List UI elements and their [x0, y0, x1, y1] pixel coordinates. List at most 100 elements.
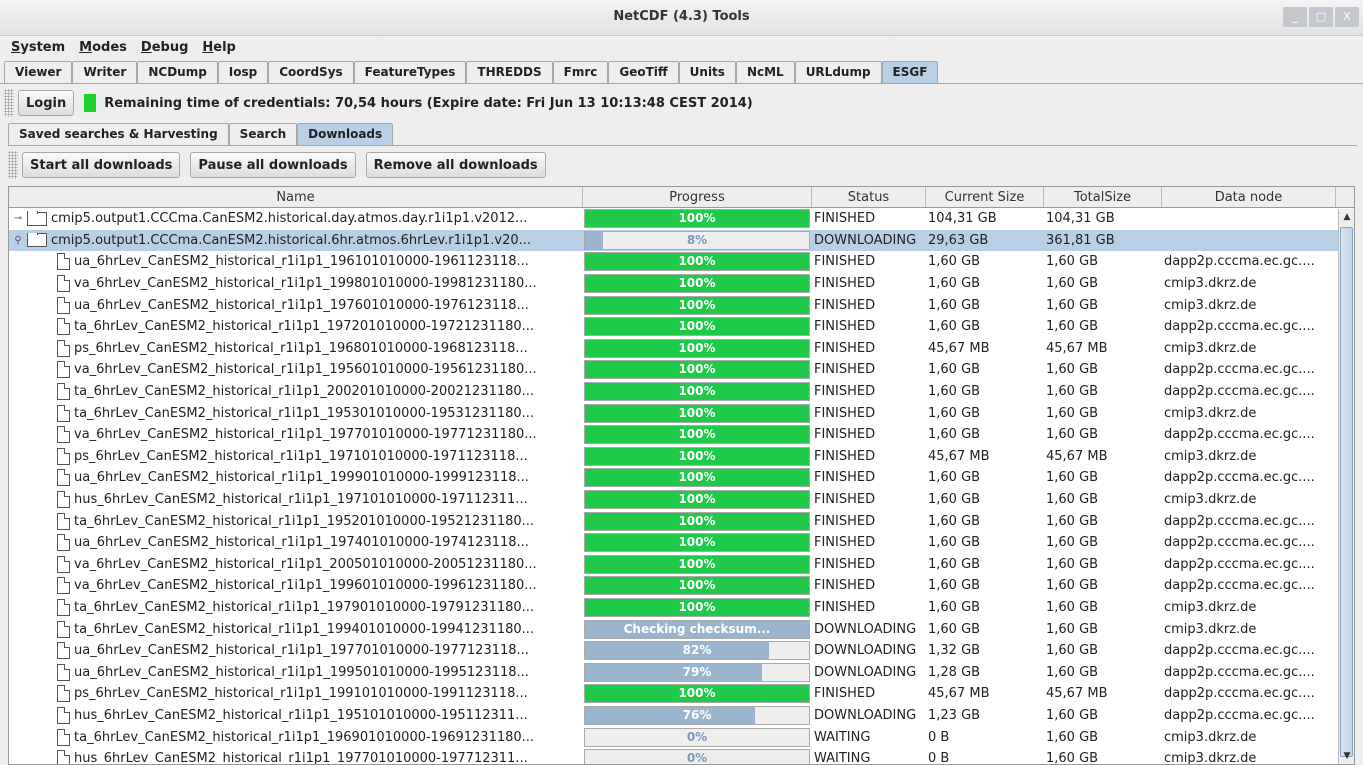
progress-bar: 100%	[584, 446, 810, 466]
column-header-status[interactable]: Status	[812, 187, 926, 207]
progress-cell: 100%	[583, 274, 812, 294]
current-size-cell: 1,60 GB	[928, 319, 981, 335]
tab-fmrc[interactable]: Fmrc	[552, 61, 609, 83]
tab-ncml[interactable]: NcML	[735, 61, 795, 83]
start-all-downloads-button[interactable]: Start all downloads	[22, 152, 181, 178]
progress-bar: 100%	[584, 382, 810, 402]
column-header-current-size[interactable]: Current Size	[926, 187, 1044, 207]
file-icon	[57, 383, 70, 401]
tab-featuretypes[interactable]: FeatureTypes	[353, 61, 467, 83]
toolbar-grip[interactable]	[4, 89, 14, 117]
menu-system[interactable]: System	[4, 36, 72, 60]
tab-search[interactable]: Search	[228, 123, 298, 145]
table-row[interactable]: ps_6hrLev_CanESM2_historical_r1i1p1_1971…	[9, 446, 1354, 468]
tab-coordsys[interactable]: CoordSys	[268, 61, 354, 83]
close-button[interactable]: X	[1335, 7, 1359, 27]
tab-iosp[interactable]: Iosp	[217, 61, 269, 83]
pause-all-downloads-button[interactable]: Pause all downloads	[190, 152, 356, 178]
column-header-name[interactable]: Name	[9, 187, 583, 207]
data-node-cell: dapp2p.cccma.ec.gc....	[1164, 362, 1315, 378]
toolbar-grip[interactable]	[8, 151, 18, 179]
status-cell: DOWNLOADING	[814, 664, 917, 680]
tree-toggle-icon[interactable]: ⚲	[11, 235, 25, 246]
status-cell: DOWNLOADING	[814, 621, 917, 637]
progress-bar: 79%	[584, 662, 810, 682]
table-row[interactable]: ta_6hrLev_CanESM2_historical_r1i1p1_1953…	[9, 402, 1354, 424]
data-node-cell: dapp2p.cccma.ec.gc....	[1164, 427, 1315, 443]
current-size-cell: 1,28 GB	[928, 664, 981, 680]
data-node-cell: dapp2p.cccma.ec.gc....	[1164, 686, 1315, 702]
table-row[interactable]: ua_6hrLev_CanESM2_historical_r1i1p1_1999…	[9, 467, 1354, 489]
total-size-cell: 1,60 GB	[1046, 664, 1099, 680]
table-row[interactable]: ⊸ cmip5.output1.CCCma.CanESM2.historical.…	[9, 208, 1354, 230]
table-row[interactable]: va_6hrLev_CanESM2_historical_r1i1p1_1977…	[9, 424, 1354, 446]
table-row[interactable]: va_6hrLev_CanESM2_historical_r1i1p1_2005…	[9, 554, 1354, 576]
window-title: NetCDF (4.3) Tools	[613, 9, 750, 24]
table-row[interactable]: ua_6hrLev_CanESM2_historical_r1i1p1_1976…	[9, 294, 1354, 316]
remove-all-downloads-button[interactable]: Remove all downloads	[365, 152, 546, 178]
table-row[interactable]: hus_6hrLev_CanESM2_historical_r1i1p1_197…	[9, 489, 1354, 511]
table-row[interactable]: ta_6hrLev_CanESM2_historical_r1i1p1_2002…	[9, 381, 1354, 403]
table-row[interactable]: ua_6hrLev_CanESM2_historical_r1i1p1_1974…	[9, 532, 1354, 554]
vertical-scrollbar[interactable]: ▲ ▼	[1338, 209, 1354, 764]
tab-urldump[interactable]: URLdump	[794, 61, 882, 83]
table-row[interactable]: ua_6hrLev_CanESM2_historical_r1i1p1_1977…	[9, 640, 1354, 662]
status-cell: FINISHED	[814, 556, 876, 572]
column-header-progress[interactable]: Progress	[583, 187, 812, 207]
tree-toggle-icon[interactable]: ⊸	[11, 213, 25, 224]
status-cell: FINISHED	[814, 427, 876, 443]
progress-label: Checking checksum...	[623, 621, 771, 636]
current-size-cell: 1,60 GB	[928, 427, 981, 443]
current-size-cell: 29,63 GB	[928, 232, 989, 248]
minimize-button[interactable]: _	[1283, 7, 1307, 27]
tab-downloads[interactable]: Downloads	[297, 123, 394, 145]
table-row[interactable]: va_6hrLev_CanESM2_historical_r1i1p1_1998…	[9, 273, 1354, 295]
tab-geotiff[interactable]: GeoTiff	[608, 61, 679, 83]
progress-bar: 8%	[584, 230, 810, 250]
table-row[interactable]: va_6hrLev_CanESM2_historical_r1i1p1_1996…	[9, 575, 1354, 597]
maximize-button[interactable]: □	[1309, 7, 1333, 27]
table-row[interactable]: ps_6hrLev_CanESM2_historical_r1i1p1_1991…	[9, 683, 1354, 705]
name-cell: hus_6hrLev_CanESM2_historical_r1i1p1_197…	[9, 750, 583, 764]
status-cell: FINISHED	[814, 599, 876, 615]
current-size-cell: 1,60 GB	[928, 492, 981, 508]
table-row[interactable]: ta_6hrLev_CanESM2_historical_r1i1p1_1972…	[9, 316, 1354, 338]
total-size-cell: 1,60 GB	[1046, 470, 1099, 486]
menu-modes[interactable]: Modes	[72, 36, 134, 60]
scroll-down-icon[interactable]: ▼	[1339, 748, 1354, 764]
tab-esgf[interactable]: ESGF	[881, 61, 939, 83]
table-row[interactable]: ps_6hrLev_CanESM2_historical_r1i1p1_1968…	[9, 338, 1354, 360]
scroll-up-icon[interactable]: ▲	[1339, 209, 1354, 225]
menu-help[interactable]: Help	[195, 36, 242, 60]
table-row[interactable]: ua_6hrLev_CanESM2_historical_r1i1p1_1961…	[9, 251, 1354, 273]
tab-ncdump[interactable]: NCDump	[137, 61, 218, 83]
status-cell: FINISHED	[814, 513, 876, 529]
progress-cell: 100%	[583, 252, 812, 272]
table-row[interactable]: ⚲ cmip5.output1.CCCma.CanESM2.historical.…	[9, 229, 1354, 252]
tab-writer[interactable]: Writer	[72, 61, 138, 83]
table-row[interactable]: ta_6hrLev_CanESM2_historical_r1i1p1_1994…	[9, 618, 1354, 640]
table-row[interactable]: ta_6hrLev_CanESM2_historical_r1i1p1_1952…	[9, 510, 1354, 532]
table-row[interactable]: ua_6hrLev_CanESM2_historical_r1i1p1_1995…	[9, 661, 1354, 683]
row-name: cmip5.output1.CCCma.CanESM2.historical.d…	[51, 211, 528, 227]
menu-debug[interactable]: Debug	[134, 36, 195, 60]
row-name: ta_6hrLev_CanESM2_historical_r1i1p1_1952…	[74, 513, 535, 529]
table-row[interactable]: hus_6hrLev_CanESM2_historical_r1i1p1_197…	[9, 748, 1354, 764]
progress-cell: 100%	[583, 684, 812, 704]
data-node-cell: cmip3.dkrz.de	[1164, 492, 1257, 508]
table-row[interactable]: hus_6hrLev_CanESM2_historical_r1i1p1_195…	[9, 705, 1354, 727]
tab-saved-searches[interactable]: Saved searches & Harvesting	[8, 123, 229, 145]
scrollbar-thumb[interactable]	[1340, 227, 1353, 757]
column-header-data-node[interactable]: Data node	[1162, 187, 1336, 207]
file-icon	[57, 642, 70, 660]
progress-cell: 100%	[583, 490, 812, 510]
tab-viewer[interactable]: Viewer	[4, 61, 73, 83]
tab-thredds[interactable]: THREDDS	[466, 61, 553, 83]
table-row[interactable]: ta_6hrLev_CanESM2_historical_r1i1p1_1979…	[9, 597, 1354, 619]
table-row[interactable]: va_6hrLev_CanESM2_historical_r1i1p1_1956…	[9, 359, 1354, 381]
column-header-total-size[interactable]: TotalSize	[1044, 187, 1162, 207]
login-button[interactable]: Login	[18, 90, 75, 116]
tab-units[interactable]: Units	[678, 61, 736, 83]
name-cell: ta_6hrLev_CanESM2_historical_r1i1p1_1979…	[9, 598, 583, 616]
table-row[interactable]: ta_6hrLev_CanESM2_historical_r1i1p1_1969…	[9, 726, 1354, 748]
